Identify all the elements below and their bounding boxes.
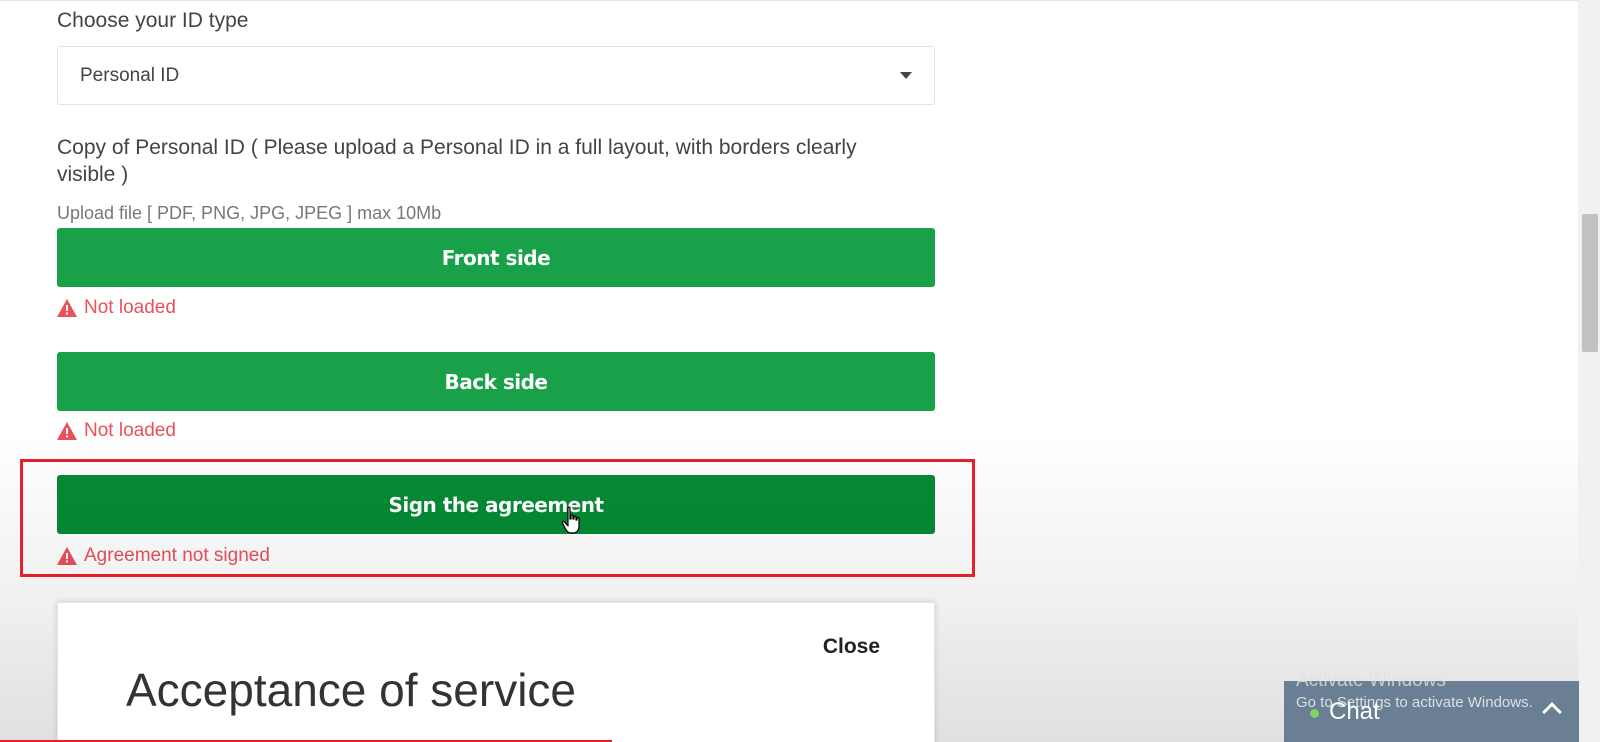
back-side-status: Not loaded: [57, 420, 176, 442]
back-side-status-text: Not loaded: [84, 420, 176, 441]
back-side-upload-button[interactable]: Back side: [57, 352, 935, 411]
id-type-selected-value: Personal ID: [80, 64, 180, 86]
scrollbar-thumb[interactable]: [1582, 214, 1598, 352]
warning-icon: [57, 299, 77, 317]
front-side-status-text: Not loaded: [84, 297, 176, 318]
upload-hint: Upload file [ PDF, PNG, JPG, JPEG ] max …: [57, 203, 442, 223]
copy-id-label: Copy of Personal ID ( Please upload a Pe…: [57, 136, 857, 186]
front-side-status: Not loaded: [57, 297, 176, 319]
sign-agreement-button[interactable]: Sign the agreement: [57, 475, 935, 534]
chat-widget-button[interactable]: Chat: [1284, 681, 1579, 742]
warning-icon: [57, 422, 77, 440]
caret-down-icon: [900, 72, 912, 79]
scrollbar[interactable]: [1578, 0, 1600, 742]
agreement-status: Agreement not signed: [57, 545, 270, 567]
warning-icon: [57, 547, 77, 565]
id-type-select[interactable]: Personal ID: [57, 46, 935, 105]
agreement-status-text: Agreement not signed: [84, 545, 270, 566]
chevron-up-icon[interactable]: [1542, 702, 1562, 722]
chat-label: Chat: [1329, 697, 1380, 725]
hand-pointer-icon: [561, 506, 580, 534]
page: Choose your ID type Personal ID Copy of …: [0, 0, 1600, 742]
acceptance-modal: Close Acceptance of service: [57, 602, 935, 742]
modal-title: Acceptance of service: [126, 664, 577, 716]
id-type-label: Choose your ID type: [57, 9, 249, 32]
modal-close-button[interactable]: Close: [823, 635, 880, 659]
online-status-icon: [1310, 709, 1319, 718]
top-divider: [0, 0, 1578, 1]
front-side-upload-button[interactable]: Front side: [57, 228, 935, 287]
